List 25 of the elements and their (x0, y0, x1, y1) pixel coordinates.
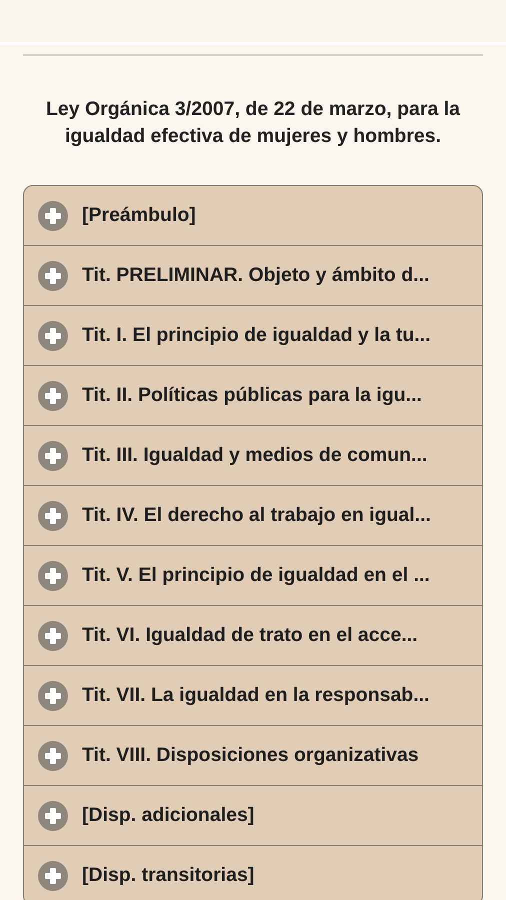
section-label[interactable]: [Disp. transitorias] (82, 864, 254, 887)
plus-circle-icon[interactable] (38, 380, 68, 410)
plus-circle-icon[interactable] (38, 860, 68, 890)
plus-circle-icon[interactable] (38, 500, 68, 530)
section-label[interactable]: Tit. I. El principio de igualdad y la tu... (82, 324, 431, 347)
section-label[interactable]: Tit. IV. El derecho al trabajo en igual... (82, 504, 431, 527)
plus-circle-icon[interactable] (38, 440, 68, 470)
plus-circle-icon[interactable] (38, 620, 68, 650)
plus-circle-icon[interactable] (38, 260, 68, 290)
section-label[interactable]: [Preámbulo] (82, 204, 196, 227)
section-label[interactable]: [Disp. adicionales] (82, 804, 254, 827)
plus-circle-icon[interactable] (38, 200, 68, 230)
section-label[interactable]: Tit. VIII. Disposiciones organizativas (82, 744, 419, 767)
section-label[interactable]: Tit. II. Políticas públicas para la igu... (82, 384, 422, 407)
plus-circle-icon[interactable] (38, 320, 68, 350)
plus-circle-icon[interactable] (38, 800, 68, 830)
plus-circle-icon[interactable] (38, 680, 68, 710)
plus-circle-icon[interactable] (38, 560, 68, 590)
plus-circle-icon[interactable] (38, 740, 68, 770)
section-label[interactable]: Tit. III. Igualdad y medios de comun... (82, 444, 428, 467)
section-label[interactable]: Tit. VII. La igualdad en la responsab... (82, 684, 430, 707)
section-label[interactable]: Tit. VI. Igualdad de trato en el acce... (82, 624, 418, 647)
law-title: Ley Orgánica 3/2007, de 22 de marzo, para la igualdad efectiva de mujeres y hombres. (44, 97, 462, 149)
section-label[interactable]: Tit. V. El principio de igualdad en el ... (82, 564, 430, 587)
section-label[interactable]: Tit. PRELIMINAR. Objeto y ámbito d... (82, 264, 430, 287)
